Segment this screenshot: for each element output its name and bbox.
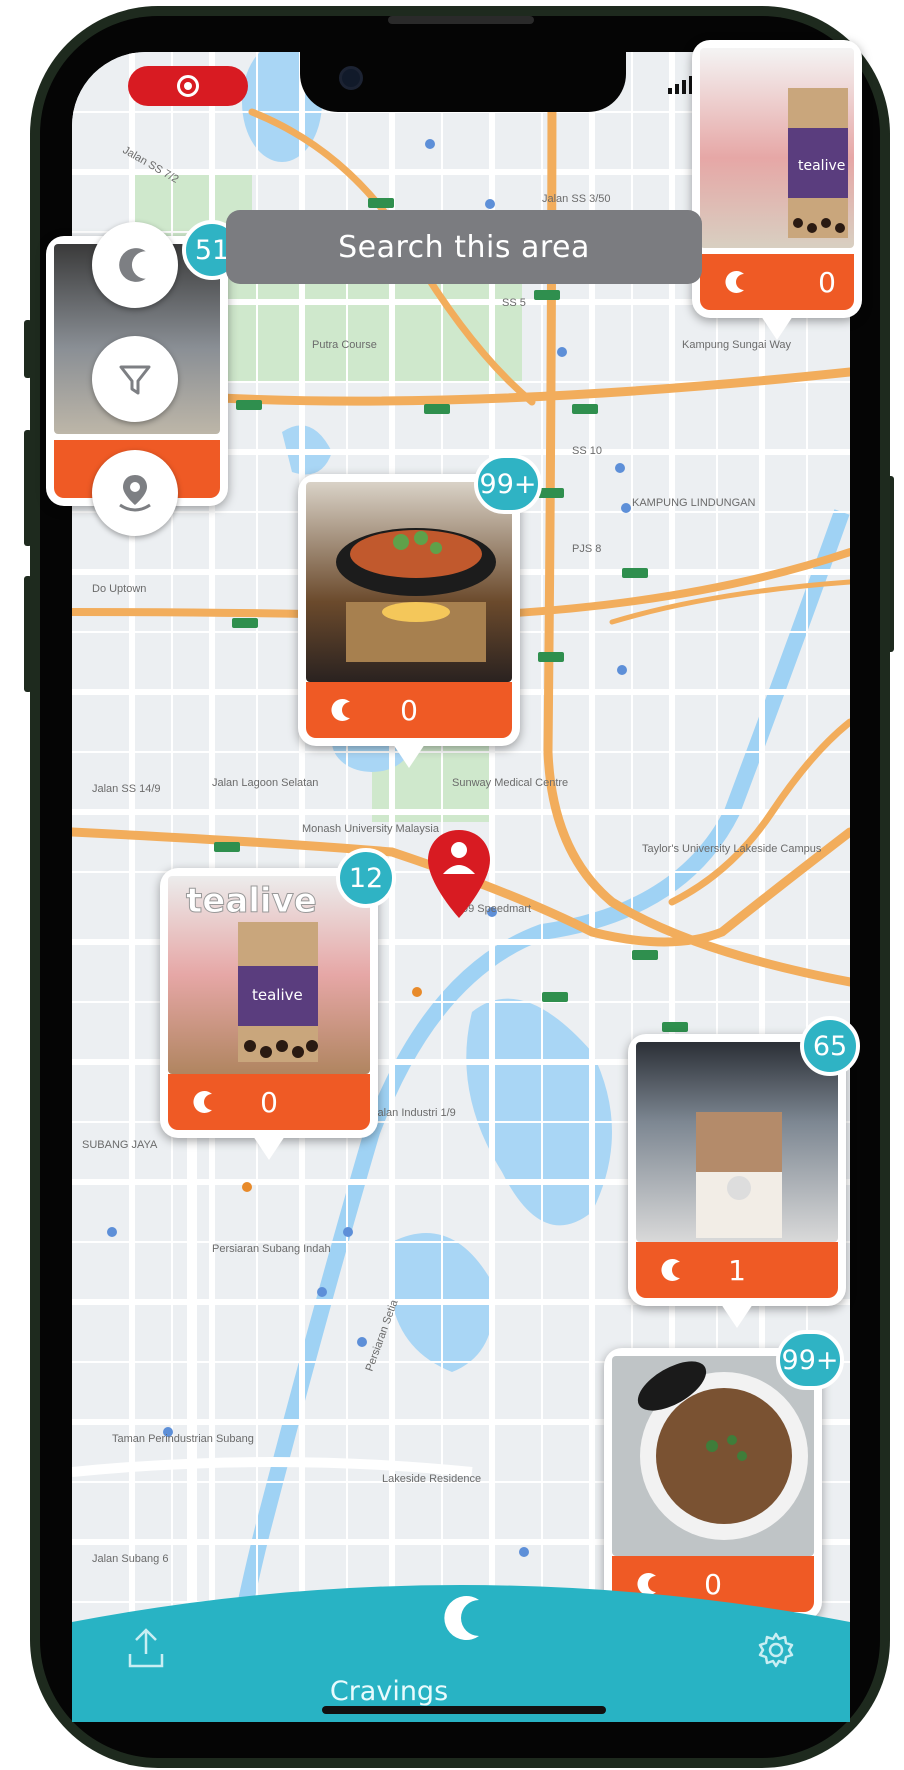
tealive-cup-text: tealive [252, 986, 303, 1004]
noodle-bowl-photo [612, 1356, 814, 1556]
marker-tail [393, 744, 425, 768]
phone-side-button [24, 430, 32, 546]
map-marker[interactable]: tealive 0 [692, 40, 862, 340]
map-label: Taylor's University Lakeside Campus [642, 843, 822, 855]
marker-count-badge: 99+ [776, 1330, 844, 1390]
map-label: Jalan Industri 1/9 [372, 1107, 456, 1119]
phone-side-button [24, 320, 32, 378]
phone-side-button [24, 576, 32, 692]
cravings-tab-label: Cravings [329, 1676, 449, 1707]
marker-tail [721, 1304, 753, 1328]
iced-latte-photo [696, 1112, 782, 1238]
cravings-logo-icon [193, 1091, 212, 1113]
marker-count: 1 [728, 1253, 746, 1287]
hotpot-photo [336, 528, 496, 662]
marker-bar: 0 [700, 254, 854, 310]
map-label: Lakeside Residence [382, 1473, 481, 1485]
phone-side-button [886, 476, 894, 652]
map-label: Taman Perindustrian Subang [112, 1433, 254, 1445]
map-label: SS 5 [502, 297, 526, 309]
cravings-logo-icon [661, 1259, 680, 1281]
tealive-photo: tealive tealive [186, 881, 318, 1062]
filter-icon [119, 365, 151, 395]
map-label: Jalan SS 14/9 [92, 783, 161, 795]
marker-tail [253, 1136, 285, 1160]
map-marker[interactable]: 1 [628, 1034, 846, 1328]
gear-icon [758, 1632, 794, 1668]
noodle-bowl-photo [637, 1361, 808, 1540]
cravings-logo-icon [119, 248, 146, 282]
camera-icon [339, 66, 363, 90]
marker-count: 0 [818, 265, 836, 299]
screen-recording-indicator[interactable] [128, 66, 248, 106]
filter-button[interactable] [92, 336, 178, 422]
map-label: Jalan SS 3/50 [542, 193, 611, 205]
map-marker[interactable]: tealive tealive 0 [160, 868, 378, 1160]
map-label: Kampung Sungai Way [682, 339, 792, 351]
map-marker[interactable]: 0 [298, 474, 520, 768]
map-label: Persiaran Subang Indah [212, 1243, 331, 1255]
record-icon [177, 75, 199, 97]
speaker-grille [388, 16, 534, 24]
map-label: Jalan Subang 6 [92, 1553, 168, 1565]
home-indicator[interactable] [322, 1706, 606, 1714]
marker-bar: 1 [636, 1242, 838, 1298]
search-this-area-button[interactable]: Search this area [226, 210, 702, 284]
marker-bar: 0 [168, 1074, 370, 1130]
signal-icon [668, 76, 693, 94]
map-label: KAMPUNG LINDUNGAN [632, 497, 756, 509]
map-label: Jalan Lagoon Selatan [212, 777, 318, 789]
marker-count: 0 [260, 1085, 278, 1119]
upload-icon [128, 1628, 164, 1668]
map-label: SUBANG JAYA [82, 1139, 158, 1151]
map-label: Do Uptown [92, 583, 146, 595]
map-label: SS 10 [572, 445, 602, 457]
marker-count-badge: 99+ [474, 454, 542, 514]
marker-count-badge: 12 [336, 848, 396, 908]
map-label: PJS 8 [572, 543, 601, 555]
tealive-cup-text: tealive [798, 158, 845, 174]
cravings-logo-icon [331, 699, 350, 721]
bubble-tea-photo: tealive [788, 88, 848, 238]
my-location-button[interactable] [92, 450, 178, 536]
tealive-photo: tealive tealive [168, 876, 370, 1074]
user-location-pin-icon[interactable] [424, 826, 494, 922]
settings-tab[interactable] [756, 1630, 796, 1670]
location-pin-icon [119, 475, 151, 512]
marker-count-badge: 65 [800, 1016, 860, 1076]
cravings-logo-icon [725, 271, 744, 293]
marker-bar: 0 [306, 682, 512, 738]
hotpot-photo [306, 482, 512, 682]
iced-latte-photo [636, 1042, 838, 1242]
marker-count: 0 [400, 693, 418, 727]
upload-tab[interactable] [126, 1626, 166, 1672]
map-label: Monash University Malaysia [302, 823, 440, 835]
cravings-logo-icon [444, 1596, 479, 1640]
tealive-sign-text: tealive [186, 881, 317, 921]
marker-tail [761, 316, 793, 340]
map-label: Sunway Medical Centre [452, 777, 568, 789]
map-label: Putra Course [312, 339, 377, 351]
bubble-tea-photo: tealive [700, 48, 854, 248]
cravings-home-button[interactable] [92, 222, 178, 308]
